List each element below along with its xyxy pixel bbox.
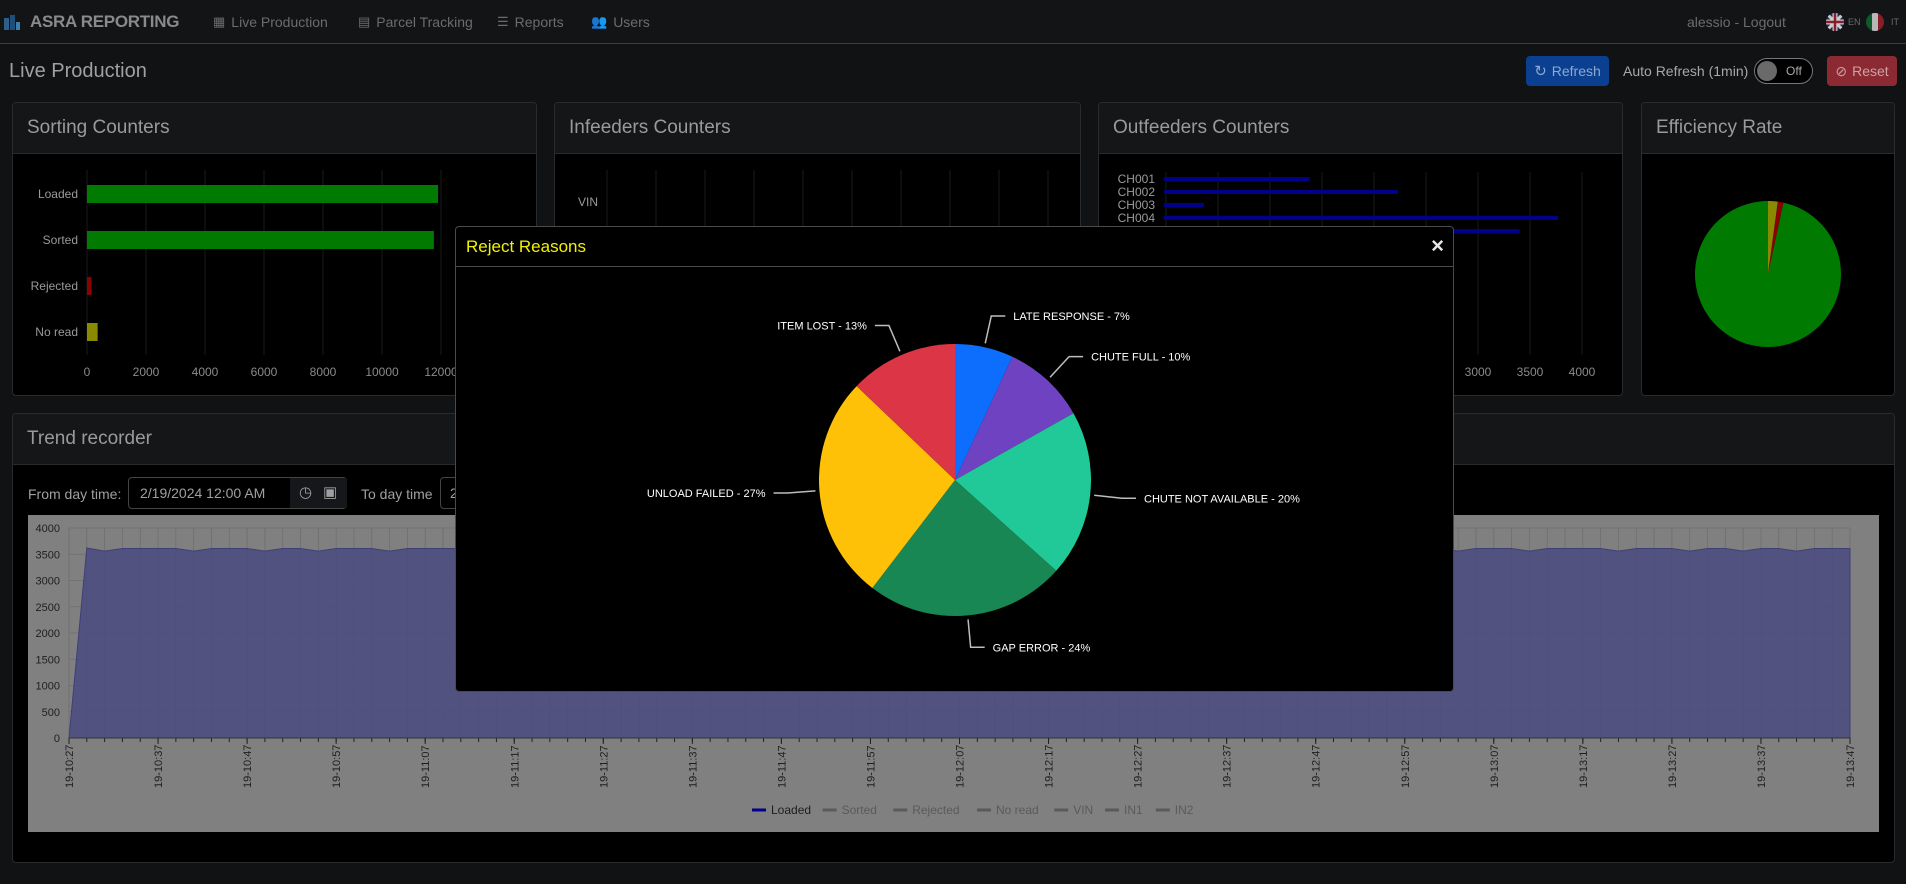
slice-label: CHUTE NOT AVAILABLE - 20% bbox=[1144, 493, 1300, 505]
x-tick-label: 19-11:07 bbox=[420, 745, 432, 788]
x-tick-label: 19-11:17 bbox=[509, 745, 521, 788]
slice-label: LATE RESPONSE - 7% bbox=[1013, 311, 1130, 323]
bar bbox=[1164, 177, 1310, 181]
legend-item-no-read[interactable]: No read bbox=[996, 803, 1039, 817]
category-label: CH003 bbox=[1118, 198, 1156, 212]
y-tick-label: 1500 bbox=[36, 654, 60, 666]
x-tick-label: 19-11:37 bbox=[687, 745, 699, 788]
bar bbox=[1164, 216, 1559, 220]
y-tick-label: 3000 bbox=[36, 576, 60, 588]
legend-item-vin[interactable]: VIN bbox=[1073, 803, 1093, 817]
x-tick-label: 19-13:37 bbox=[1756, 745, 1768, 788]
reject-reasons-pie: LATE RESPONSE - 7% CHUTE FULL - 10% CHUTE … bbox=[647, 311, 1300, 654]
x-tick-label: 10000 bbox=[365, 365, 399, 379]
x-tick-label: 19-10:57 bbox=[331, 745, 343, 788]
y-tick-label: 2000 bbox=[36, 628, 60, 640]
slice-label: GAP ERROR - 24% bbox=[993, 642, 1091, 654]
leader-line bbox=[874, 324, 901, 352]
legend-item-in2[interactable]: IN2 bbox=[1175, 803, 1194, 817]
category-label: Sorted bbox=[43, 233, 78, 247]
x-tick-label: 19-12:17 bbox=[1044, 745, 1056, 788]
x-tick-label: 19-13:17 bbox=[1578, 745, 1590, 788]
y-tick-label: 500 bbox=[42, 707, 60, 719]
x-tick-label: 19-11:47 bbox=[776, 745, 788, 788]
reject-reasons-modal: Reject Reasons × LATE RESPONSE - 7% CHUTE… bbox=[455, 226, 1454, 692]
legend-item-rejected[interactable]: Rejected bbox=[912, 803, 959, 817]
leader-line bbox=[773, 490, 816, 494]
x-tick-label: 19-11:57 bbox=[865, 745, 877, 788]
x-tick-label: 19-12:37 bbox=[1222, 745, 1234, 788]
slice-label: CHUTE FULL - 10% bbox=[1091, 352, 1190, 364]
leader-line bbox=[967, 619, 985, 649]
x-tick-label: 4000 bbox=[192, 365, 219, 379]
leader-line bbox=[1094, 494, 1137, 500]
y-tick-label: 3500 bbox=[36, 549, 60, 561]
x-tick-label: 19-13:27 bbox=[1667, 745, 1679, 788]
legend-item-sorted[interactable]: Sorted bbox=[842, 803, 877, 817]
leader-line bbox=[984, 315, 1006, 344]
x-tick-label: 3500 bbox=[1517, 365, 1544, 379]
category-label: No read bbox=[35, 325, 78, 339]
bar bbox=[1164, 203, 1205, 207]
x-tick-label: 19-10:37 bbox=[153, 745, 165, 788]
x-tick-label: 19-12:47 bbox=[1311, 745, 1323, 788]
y-tick-label: 4000 bbox=[36, 523, 60, 535]
bar-rejected bbox=[87, 277, 92, 295]
y-tick-label: 0 bbox=[54, 733, 60, 745]
x-tick-label: 6000 bbox=[251, 365, 278, 379]
category-label: CH001 bbox=[1118, 172, 1156, 186]
x-tick-label: 19-13:47 bbox=[1845, 745, 1857, 788]
category-label: CH002 bbox=[1118, 185, 1156, 199]
bar-sorted bbox=[87, 231, 434, 249]
x-tick-label: 19-10:47 bbox=[242, 745, 254, 788]
x-tick-label: 19-12:27 bbox=[1133, 745, 1145, 788]
leader-line bbox=[1049, 355, 1084, 378]
bar bbox=[1164, 190, 1398, 194]
x-tick-label: 19-10:27 bbox=[64, 745, 76, 788]
x-tick-label: 2000 bbox=[133, 365, 160, 379]
x-tick-label: 19-12:07 bbox=[955, 745, 967, 788]
x-tick-label: 3000 bbox=[1465, 365, 1492, 379]
x-tick-label: 19-12:57 bbox=[1400, 745, 1412, 788]
slice-label: UNLOAD FAILED - 27% bbox=[647, 488, 766, 500]
x-tick-label: 19-11:27 bbox=[598, 745, 610, 788]
bar-no-read bbox=[87, 323, 98, 341]
category-label: VIN bbox=[578, 195, 598, 209]
category-label: Loaded bbox=[38, 187, 78, 201]
legend-item-loaded[interactable]: Loaded bbox=[771, 803, 811, 817]
bar-loaded bbox=[87, 185, 439, 203]
category-label: Rejected bbox=[31, 279, 78, 293]
x-tick-label: 4000 bbox=[1569, 365, 1596, 379]
x-tick-label: 12000 bbox=[424, 365, 458, 379]
category-label: CH004 bbox=[1118, 211, 1156, 225]
legend-item-in1[interactable]: IN1 bbox=[1124, 803, 1143, 817]
x-tick-label: 19-13:07 bbox=[1489, 745, 1501, 788]
x-tick-label: 0 bbox=[84, 365, 91, 379]
y-tick-label: 2500 bbox=[36, 602, 60, 614]
x-tick-label: 8000 bbox=[310, 365, 337, 379]
slice-label: ITEM LOST - 13% bbox=[777, 321, 867, 333]
y-tick-label: 1000 bbox=[36, 681, 60, 693]
